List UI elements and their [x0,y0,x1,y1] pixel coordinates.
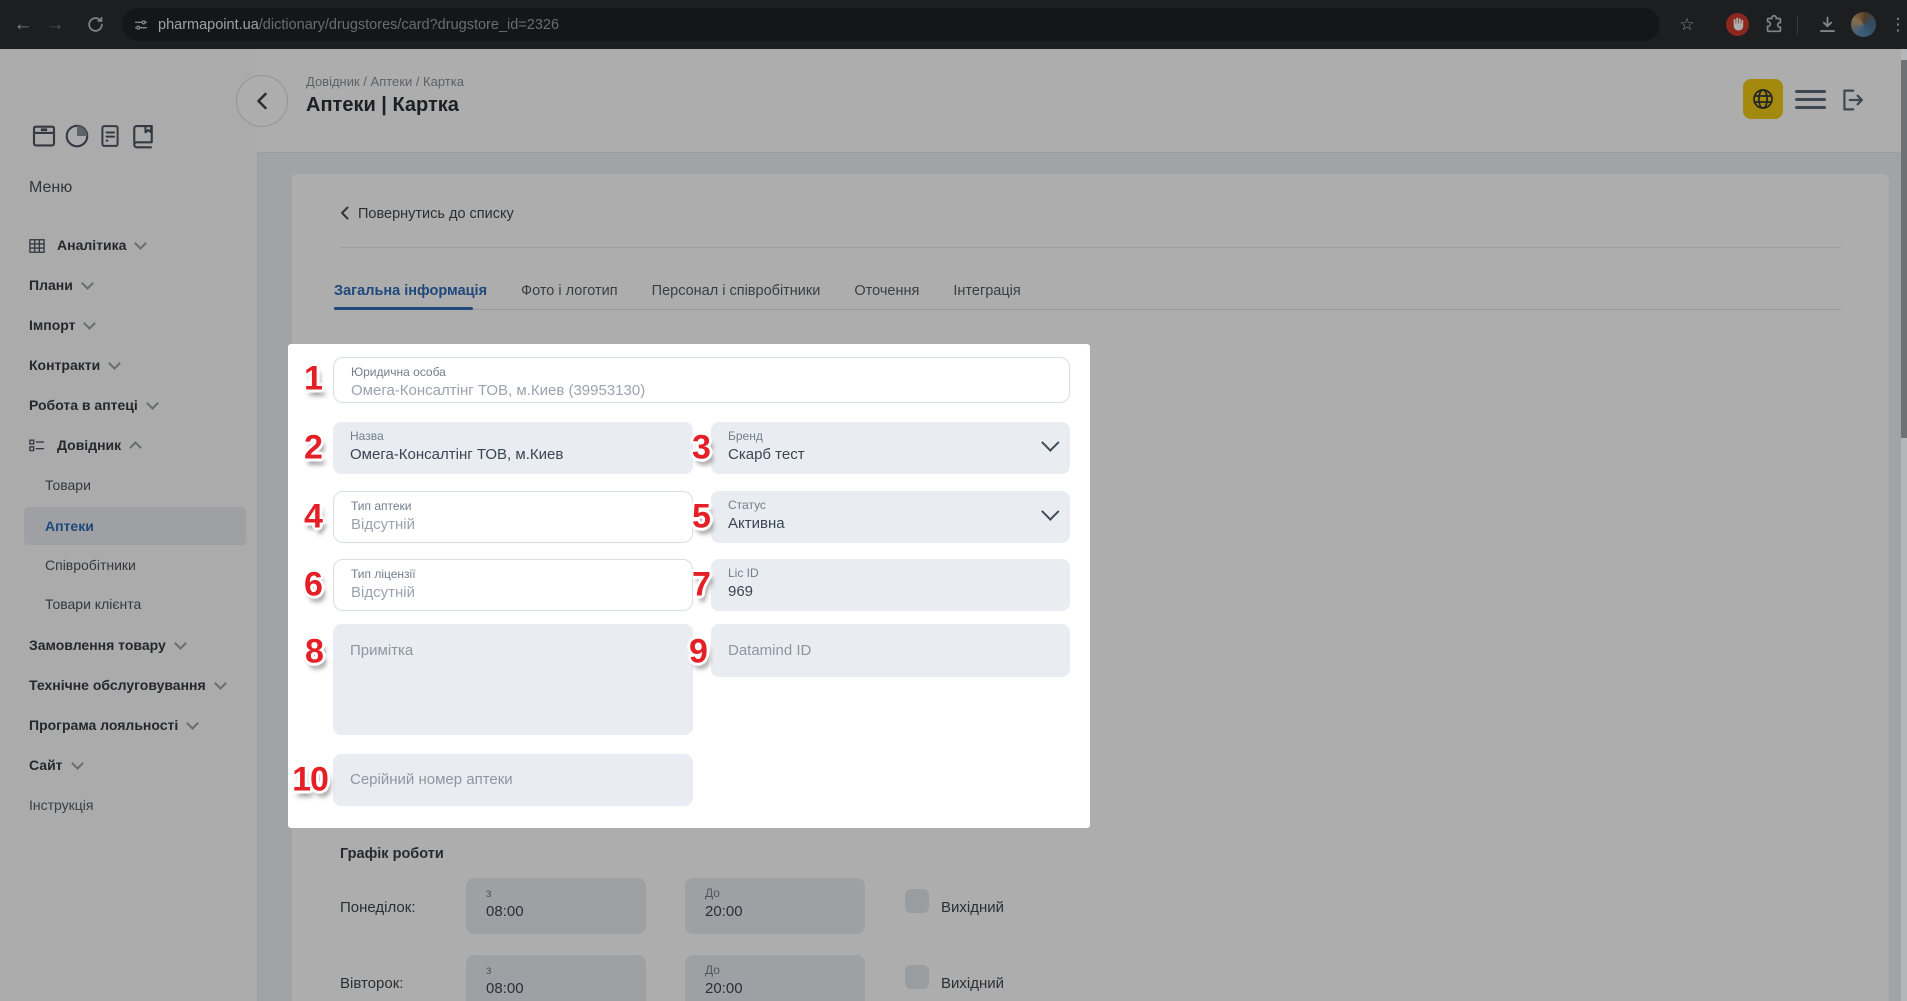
field-value: Омега-Консалтінг ТОВ, м.Киев (39953130) [351,382,1069,399]
field-label: Тип аптеки [351,499,692,513]
lic-id-field[interactable]: Lic ID 969 [711,559,1070,611]
datamind-id-field[interactable]: Datamind ID [711,624,1070,677]
name-field[interactable]: Назва Омега-Консалтінг ТОВ, м.Киев [333,422,693,474]
legal-entity-field[interactable]: Юридична особа Омега-Консалтінг ТОВ, м.К… [333,357,1070,403]
field-value: Скарб тест [728,446,1070,463]
annotation-number-6: 6 [304,566,322,605]
pharmacy-type-field[interactable]: Тип аптеки Відсутній [333,491,693,543]
scrollbar-thumb[interactable] [1901,60,1907,438]
annotation-number-5: 5 [692,498,710,537]
field-label: Статус [728,498,1070,512]
screenshot-stage: ← → pharmapoint.ua/dictionary/drugstores… [0,0,1907,1001]
field-label: Lic ID [728,566,1070,580]
brand-select[interactable]: Бренд Скарб тест [711,422,1070,474]
status-select[interactable]: Статус Активна [711,491,1070,543]
field-placeholder: Примітка [350,642,693,659]
field-value: Відсутній [351,516,692,533]
annotation-number-1: 1 [304,360,322,399]
field-label: Юридична особа [351,365,1069,379]
field-value: 969 [728,583,1070,600]
field-placeholder: Серійний номер аптеки [350,771,693,788]
annotation-number-8: 8 [305,633,323,672]
field-label: Назва [350,429,693,443]
field-value: Омега-Консалтінг ТОВ, м.Киев [350,446,693,463]
annotation-number-10: 10 [292,761,328,800]
annotation-number-7: 7 [692,566,710,605]
annotation-number-9: 9 [689,633,707,672]
field-label: Бренд [728,429,1070,443]
field-label: Тип ліцензії [351,567,692,581]
field-placeholder: Datamind ID [728,642,1070,659]
annotation-number-3: 3 [692,429,710,468]
annotation-number-2: 2 [304,429,322,468]
serial-number-field[interactable]: Серійний номер аптеки [333,754,693,806]
note-textarea[interactable]: Примітка [333,624,693,735]
annotation-number-4: 4 [304,498,322,537]
field-value: Відсутній [351,584,692,601]
license-type-field[interactable]: Тип ліцензії Відсутній [333,559,693,611]
field-value: Активна [728,515,1070,532]
